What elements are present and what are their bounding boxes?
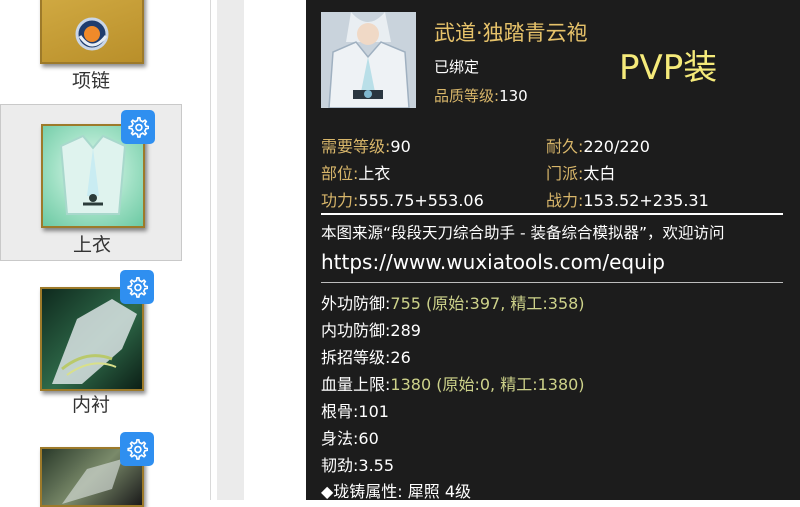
- slot-next[interactable]: [0, 432, 182, 507]
- sect: 门派:太白: [546, 160, 615, 184]
- divider-top: [321, 213, 783, 215]
- stat-label: 身法:: [321, 429, 359, 448]
- gongli: 功力:555.75+553.06: [321, 187, 484, 211]
- zhanli: 战力:153.52+235.31: [546, 187, 709, 211]
- forging-attribute: ◆珑铸属性: 犀照 4级: [321, 482, 472, 501]
- slot-inner-lining[interactable]: 内衬: [0, 268, 182, 418]
- durability-label: 耐久:: [546, 137, 584, 156]
- durability: 耐久:220/220: [546, 133, 650, 157]
- slot-top[interactable]: 上衣: [0, 104, 182, 261]
- stat-parry-level: 拆招等级:26: [321, 344, 411, 368]
- zhanli-value: 153.52+235.31: [583, 191, 709, 210]
- quality-level: 品质等级:130: [434, 85, 528, 106]
- equipment-slot-panel: 项链 上衣 内衬: [0, 0, 211, 507]
- slot-inner-lining-gear-button[interactable]: [120, 270, 154, 304]
- sect-label: 门派:: [546, 164, 584, 183]
- necklace-image: [40, 0, 144, 64]
- slot-label-inner-lining: 内衬: [71, 394, 110, 416]
- required-level: 需要等级:90: [321, 133, 411, 157]
- slot-label-top: 上衣: [72, 234, 111, 256]
- zhanli-label: 战力:: [546, 191, 584, 210]
- slot-label-necklace: 项链: [71, 70, 110, 92]
- stat-value: 101: [358, 402, 389, 421]
- item-tooltip: 武道·独踏青云袍 已绑定 品质等级:130 PVP装 需要等级:90 耐久:22…: [306, 0, 800, 501]
- source-note: 本图来源“段段天刀综合助手 - 装备综合模拟器”，欢迎访问: [321, 224, 725, 242]
- stat-value: 1380 (原始:0, 精工:1380): [390, 375, 585, 394]
- pvp-tag: PVP装: [619, 48, 718, 88]
- gear-icon: [127, 277, 148, 298]
- scroll-gutter: [217, 0, 244, 500]
- stat-max-hp: 血量上限:1380 (原始:0, 精工:1380): [321, 371, 585, 395]
- required-level-value: 90: [390, 137, 411, 156]
- stat-value: 289: [390, 321, 421, 340]
- stat-constitution: 根骨:101: [321, 398, 389, 422]
- slot-next-gear-button[interactable]: [120, 432, 154, 466]
- stat-label: 拆招等级:: [321, 348, 391, 367]
- gongli-label: 功力:: [321, 191, 359, 210]
- stat-label: 外功防御:: [321, 294, 391, 313]
- stat-label: 内功防御:: [321, 321, 391, 340]
- stat-label: 血量上限:: [321, 375, 391, 394]
- stat-label: 根骨:: [321, 402, 359, 421]
- stat-value: 3.55: [358, 456, 395, 475]
- stat-inner-defense: 内功防御:289: [321, 317, 421, 341]
- stat-value: 26: [390, 348, 411, 367]
- bound-status: 已绑定: [434, 58, 480, 76]
- equip-part: 部位:上衣: [321, 160, 390, 184]
- item-portrait: [321, 12, 416, 108]
- stat-value: 755 (原始:397, 精工:358): [390, 294, 585, 313]
- item-name: 武道·独踏青云袍: [434, 21, 588, 45]
- quality-value: 130: [499, 87, 528, 105]
- gear-icon: [127, 439, 148, 460]
- stat-value: 60: [358, 429, 379, 448]
- source-url-link[interactable]: https://www.wuxiatools.com/equip: [321, 250, 665, 274]
- equip-part-value: 上衣: [358, 164, 391, 183]
- sect-value: 太白: [583, 164, 616, 183]
- slot-necklace[interactable]: 项链: [0, 0, 182, 100]
- gongli-value: 555.75+553.06: [358, 191, 484, 210]
- stat-outer-defense: 外功防御:755 (原始:397, 精工:358): [321, 290, 585, 314]
- stat-agility: 身法:60: [321, 425, 379, 449]
- slot-top-gear-button[interactable]: [121, 110, 155, 144]
- required-level-label: 需要等级:: [321, 137, 391, 156]
- stat-tenacity: 韧劲:3.55: [321, 452, 394, 476]
- equip-part-label: 部位:: [321, 164, 359, 183]
- quality-label: 品质等级:: [434, 87, 500, 105]
- gear-icon: [128, 117, 149, 138]
- durability-value: 220/220: [583, 137, 650, 156]
- divider-bottom: [321, 282, 783, 283]
- stat-label: 韧劲:: [321, 456, 359, 475]
